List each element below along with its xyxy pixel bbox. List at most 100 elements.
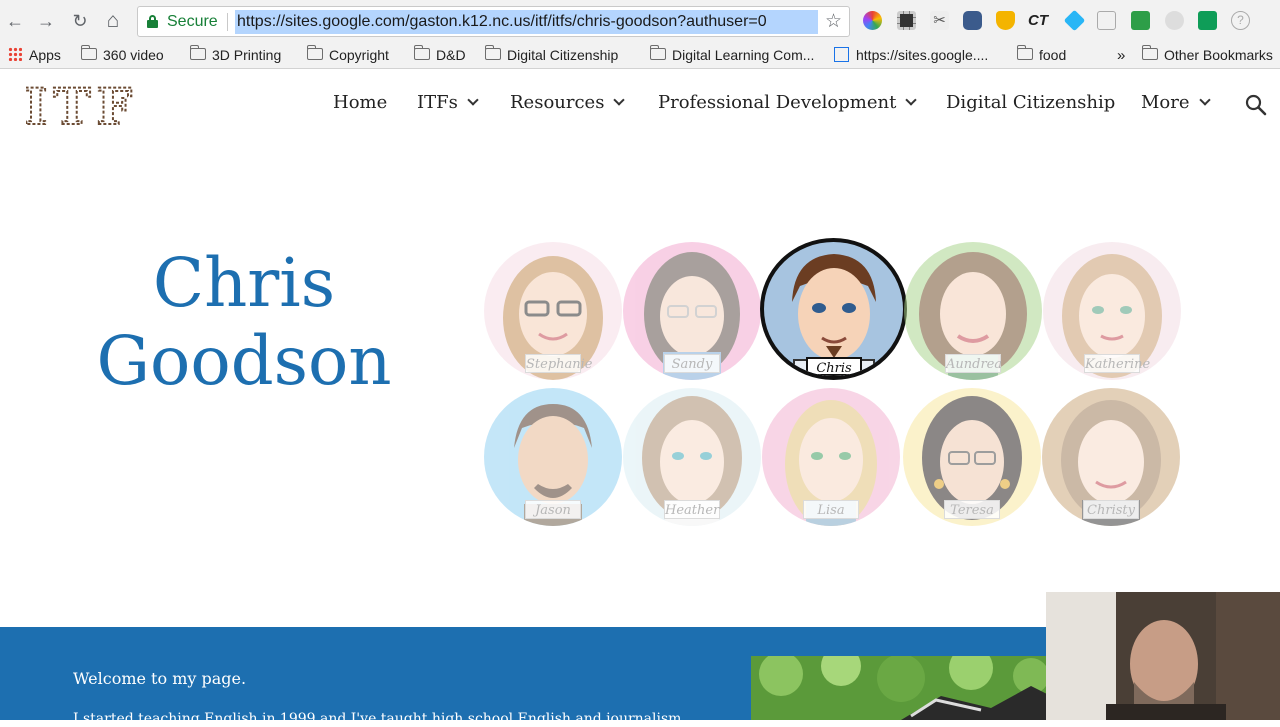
- webcam-image: [1046, 592, 1280, 720]
- photo-image: [751, 656, 1051, 720]
- avatar-name: Christy: [1083, 500, 1139, 519]
- folder-icon: [306, 45, 323, 61]
- page-title: Chris Goodson: [64, 244, 424, 400]
- reload-icon[interactable]: ↻: [68, 9, 92, 33]
- bookmark-page[interactable]: https://sites.google....: [834, 46, 988, 65]
- url-text[interactable]: https://sites.google.com/gaston.k12.nc.u…: [235, 10, 818, 34]
- ball-icon[interactable]: [1165, 11, 1184, 30]
- bookmark-label: 360 video: [103, 47, 164, 63]
- diamond-icon[interactable]: [1063, 9, 1086, 32]
- secure-label: Secure: [167, 13, 218, 30]
- folder-icon: [1141, 45, 1158, 61]
- chevron-down-icon: [613, 94, 626, 106]
- bookmark-folder[interactable]: Copyright: [306, 45, 389, 65]
- bookmark-folder[interactable]: D&D: [413, 45, 466, 65]
- film-icon[interactable]: [897, 11, 916, 30]
- avatar-sandy[interactable]: Sandy: [623, 242, 761, 380]
- forward-icon[interactable]: →: [34, 9, 58, 33]
- folder-icon: [413, 45, 430, 61]
- avatar-name: Jason: [525, 500, 581, 519]
- search-icon[interactable]: [1245, 94, 1267, 116]
- apps-grid-icon: [8, 47, 22, 62]
- nav-label: Resources: [510, 92, 605, 113]
- folder-icon: [1016, 45, 1033, 61]
- avatar-name: Sandy: [664, 354, 720, 373]
- nav-professional-development[interactable]: Professional Development: [658, 92, 917, 113]
- bookmarks-overflow-button[interactable]: »: [1117, 46, 1125, 65]
- browser-toolbar: ← → ↻ ⌂ Secure https://sites.google.com/…: [0, 0, 1280, 42]
- profile-photo: [751, 656, 1051, 720]
- address-bar[interactable]: Secure https://sites.google.com/gaston.k…: [137, 6, 850, 37]
- nav-home[interactable]: Home: [333, 92, 387, 113]
- bookmark-label: Digital Learning Com...: [672, 47, 815, 63]
- camera-icon[interactable]: [963, 11, 982, 30]
- avatar-christy[interactable]: Christy: [1042, 388, 1180, 526]
- avatar-jason[interactable]: Jason: [484, 388, 622, 526]
- nav-itfs[interactable]: ITFs: [417, 92, 479, 113]
- back-icon[interactable]: ←: [3, 9, 27, 33]
- nav-digital-citizenship[interactable]: Digital Citizenship: [946, 92, 1115, 113]
- chevron-down-icon: [467, 94, 479, 106]
- bookmark-label: Copyright: [329, 47, 389, 63]
- classroom-icon[interactable]: [1131, 11, 1150, 30]
- folder-icon: [80, 45, 97, 61]
- bookmarks-bar: Apps 360 video 3D Printing Copyright D&D…: [0, 42, 1280, 69]
- nav-label: Professional Development: [658, 92, 897, 113]
- bookmark-folder[interactable]: Digital Citizenship: [484, 45, 619, 65]
- itf-logo[interactable]: ITF: [26, 82, 136, 128]
- avatar-name: Teresa: [944, 500, 1000, 519]
- url-separator: [227, 13, 228, 31]
- chevron-down-icon: [1198, 94, 1211, 106]
- avatar-name: Stephanie: [525, 354, 593, 373]
- avatar-name: Chris: [806, 357, 862, 376]
- folder-icon: [484, 45, 501, 61]
- bookmark-label: https://sites.google....: [856, 47, 989, 63]
- bookmark-label: Apps: [29, 47, 61, 63]
- avatar-lisa[interactable]: Lisa: [762, 388, 900, 526]
- bookmark-label: Digital Citizenship: [507, 47, 619, 63]
- avatar-teresa[interactable]: Teresa: [903, 388, 1041, 526]
- bookmark-other[interactable]: Other Bookmarks: [1141, 45, 1273, 65]
- color-wheel-icon[interactable]: [863, 11, 882, 30]
- page-title-line: Chris: [152, 244, 336, 322]
- bookmark-label: food: [1039, 47, 1067, 63]
- nav-resources[interactable]: Resources: [510, 92, 626, 113]
- bookmark-label: 3D Printing: [212, 47, 282, 63]
- welcome-text: Welcome to my page.: [73, 669, 247, 688]
- page-icon[interactable]: [1097, 11, 1116, 30]
- bookmark-label: Other Bookmarks: [1164, 47, 1273, 63]
- nav-label: More: [1141, 92, 1190, 113]
- folder-icon: [649, 45, 666, 61]
- intro-text: I started teaching English in 1999 and I…: [73, 711, 695, 727]
- tools-icon[interactable]: ✂: [930, 11, 949, 30]
- nav-label: ITFs: [417, 92, 458, 113]
- bookmark-folder[interactable]: 360 video: [80, 45, 164, 65]
- bookmark-folder[interactable]: food: [1016, 45, 1067, 65]
- avatar-heather[interactable]: Heather: [623, 388, 761, 526]
- avatar-stephanie[interactable]: Stephanie: [484, 242, 622, 380]
- page-title-line: Goodson: [96, 322, 392, 400]
- bookmark-star-icon[interactable]: ☆: [825, 10, 842, 33]
- avatar-katherine[interactable]: Katherine: [1043, 242, 1181, 380]
- avatar-chris[interactable]: Chris: [760, 238, 907, 380]
- ct-icon[interactable]: CT: [1028, 11, 1052, 30]
- home-icon[interactable]: ⌂: [101, 9, 125, 33]
- nav-more[interactable]: More: [1141, 92, 1211, 113]
- avatar-name: Lisa: [803, 500, 859, 519]
- cartoon-face: [792, 254, 876, 376]
- webcam-overlay: [1046, 592, 1280, 720]
- cast-icon[interactable]: [1198, 11, 1217, 30]
- chevron-down-icon: [905, 94, 917, 106]
- lock-icon: [147, 15, 158, 28]
- cloud-icon[interactable]: [996, 11, 1015, 30]
- avatar-aundrea[interactable]: Aundrea: [904, 242, 1042, 380]
- avatar-name: Katherine: [1084, 354, 1150, 373]
- folder-icon: [189, 45, 206, 61]
- bookmark-apps[interactable]: Apps: [8, 46, 61, 65]
- bookmark-folder[interactable]: Digital Learning Com...: [649, 45, 815, 65]
- avatar-name: Aundrea: [945, 354, 1002, 373]
- page-icon: [834, 46, 849, 62]
- help-icon[interactable]: ?: [1231, 11, 1250, 30]
- bookmark-folder[interactable]: 3D Printing: [189, 45, 282, 65]
- bookmark-label: D&D: [436, 47, 466, 63]
